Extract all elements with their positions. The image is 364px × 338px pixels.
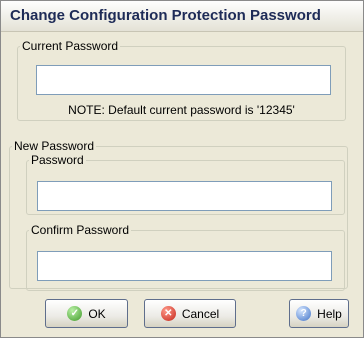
default-password-note: NOTE: Default current password is '12345…: [68, 103, 295, 117]
confirm-password-input[interactable]: [37, 251, 332, 281]
password-legend: Password: [31, 153, 84, 167]
current-password-input[interactable]: [36, 65, 331, 95]
current-password-group: Current Password NOTE: Default current p…: [17, 39, 346, 121]
cancel-x-icon: ✕: [160, 306, 176, 321]
new-password-group: New Password Password Confirm Password: [9, 139, 348, 291]
cancel-button[interactable]: ✕ Cancel: [144, 299, 236, 328]
cancel-button-label: Cancel: [181, 306, 220, 321]
confirm-password-group: Confirm Password: [26, 223, 345, 291]
help-button-label: Help: [317, 306, 342, 321]
password-group: Password: [26, 153, 345, 215]
ok-button[interactable]: ✓ OK: [45, 299, 128, 328]
change-password-dialog: Change Configuration Protection Password…: [0, 0, 364, 338]
confirm-password-legend: Confirm Password: [31, 223, 130, 237]
help-question-icon: ?: [296, 306, 312, 321]
new-password-legend: New Password: [14, 139, 95, 153]
new-password-input[interactable]: [37, 181, 332, 211]
current-password-legend: Current Password: [22, 39, 119, 53]
help-button[interactable]: ? Help: [289, 299, 349, 328]
dialog-title: Change Configuration Protection Password: [10, 7, 321, 24]
title-bar[interactable]: Change Configuration Protection Password: [1, 1, 363, 32]
ok-check-icon: ✓: [67, 306, 83, 321]
ok-button-label: OK: [88, 306, 106, 321]
